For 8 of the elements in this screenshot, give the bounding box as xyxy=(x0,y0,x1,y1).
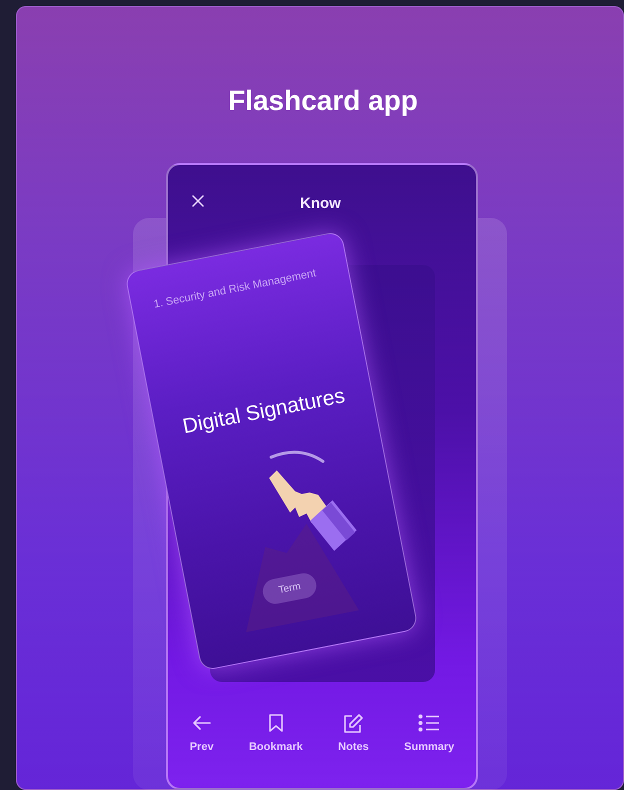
nav-button[interactable]: Summary xyxy=(404,713,454,753)
nav-button[interactable]: Bookmark xyxy=(248,713,303,753)
screen-title: Know xyxy=(300,194,341,212)
term-button[interactable]: Term xyxy=(260,571,319,606)
app-title: Flashcard app xyxy=(228,84,418,118)
nav-button[interactable]: Prev xyxy=(190,713,214,753)
card-term: Digital Signatures xyxy=(180,383,348,440)
nav-button[interactable]: Notes xyxy=(338,713,369,753)
